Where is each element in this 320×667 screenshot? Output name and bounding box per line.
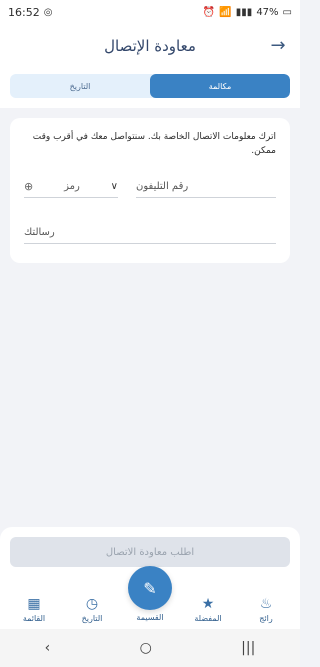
nav-label-menu: القائمة [22,614,46,623]
system-nav-bar: ‹ ○ ||| [0,629,300,667]
wifi-icon: 📶 [219,6,232,18]
signal-icon: ▮▮▮ [235,6,253,18]
notification-icon: ◎ [43,6,53,18]
nav-item-menu[interactable]: ▦ القائمة [12,596,56,623]
alarm-icon: ⏰ [202,6,216,18]
tab-history[interactable]: التاريخ [10,74,150,98]
battery-level: 47% [256,6,279,18]
status-bar: 16:52 ◎ ⏰ 📶 ▮▮▮ 47% ▭ [0,0,300,24]
page-title: معاودة الإتصال [104,37,196,55]
system-recents-icon[interactable]: ||| [241,640,255,656]
system-home-icon[interactable]: ○ [140,640,152,656]
fire-icon: ♨ [259,596,273,612]
status-time: 16:52 [8,5,40,19]
nav-item-favorites[interactable]: ★ المفضلة [186,596,230,623]
tabs-wrap: التاريخ مكالمة [0,68,300,108]
status-left: 16:52 ◎ [8,6,52,19]
phone-row: ⊕ رمز ∨ رقم التليفون [24,176,276,198]
phone-placeholder: رقم التليفون [136,181,189,192]
callback-form-card: اترك معلومات الاتصال الخاصة بك. سنتواصل … [10,118,290,263]
nav-label-history: التاريخ [81,614,103,623]
battery-icon: ▭ [282,6,292,18]
message-placeholder: رسالتك [24,227,55,238]
ticket-icon: ✎ [143,578,157,598]
request-callback-button[interactable]: اطلب معاودة الاتصال [10,537,290,567]
country-code-placeholder: رمز [64,181,80,192]
nav-label-favorites: المفضلة [194,614,222,623]
nav-label-coupon: القسيمة [136,613,164,622]
star-icon: ★ [201,596,215,612]
back-arrow-icon[interactable]: → [268,36,288,56]
tab-call[interactable]: مكالمة [150,74,290,98]
clock-icon: ◷ [85,596,99,612]
nav-item-trending[interactable]: ♨ رائج [244,596,288,623]
globe-icon: ⊕ [24,180,34,193]
system-back-icon[interactable]: ‹ [45,640,51,656]
country-code-field[interactable]: ⊕ رمز ∨ [24,176,118,198]
nav-item-history[interactable]: ◷ التاريخ [70,596,114,623]
phone-input[interactable]: رقم التليفون [136,176,276,198]
status-right: ⏰ 📶 ▮▮▮ 47% ▭ [203,7,292,18]
chevron-down-icon: ∨ [110,181,118,192]
grid-icon: ▦ [27,596,41,612]
message-input[interactable]: رسالتك [24,222,276,244]
coupon-button[interactable]: ✎ [128,566,172,610]
info-text: اترك معلومات الاتصال الخاصة بك. سنتواصل … [32,132,276,156]
tab-bar: التاريخ مكالمة [10,74,290,98]
nav-label-trending: رائج [259,614,273,623]
header: معاودة الإتصال → [0,24,300,68]
